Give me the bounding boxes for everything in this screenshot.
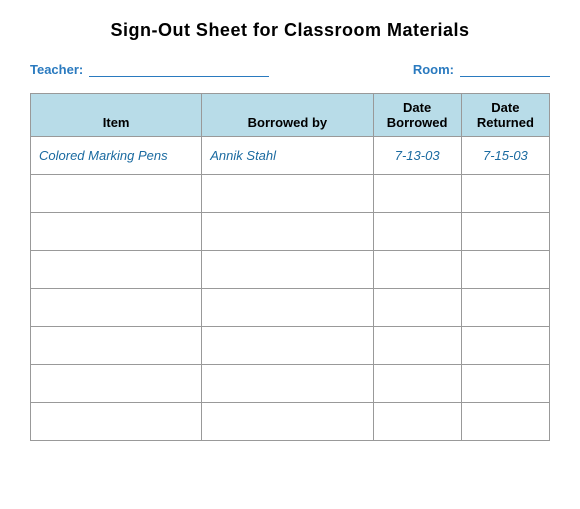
cell-item-1 xyxy=(31,175,202,213)
cell-borrowed_by-4 xyxy=(202,289,373,327)
cell-borrowed_by-6 xyxy=(202,365,373,403)
cell-borrowed_by-1 xyxy=(202,175,373,213)
cell-borrowed_by-2 xyxy=(202,213,373,251)
cell-date_returned-7 xyxy=(461,403,549,441)
cell-borrowed_by-3 xyxy=(202,251,373,289)
teacher-field-group: Teacher: xyxy=(30,59,269,77)
cell-item-3 xyxy=(31,251,202,289)
teacher-label: Teacher: xyxy=(30,62,83,77)
teacher-input-line[interactable] xyxy=(89,59,269,77)
cell-borrowed_by-5 xyxy=(202,327,373,365)
cell-borrowed_by-7 xyxy=(202,403,373,441)
table-row xyxy=(31,213,550,251)
cell-date_returned-6 xyxy=(461,365,549,403)
cell-date_borrowed-4 xyxy=(373,289,461,327)
room-label: Room: xyxy=(413,62,454,77)
col-header-date-returned: Date Returned xyxy=(461,94,549,137)
table-row: Colored Marking PensAnnik Stahl7-13-037-… xyxy=(31,137,550,175)
col-header-borrowed-by: Borrowed by xyxy=(202,94,373,137)
table-row xyxy=(31,251,550,289)
cell-item-4 xyxy=(31,289,202,327)
table-row xyxy=(31,403,550,441)
sign-out-table: Item Borrowed by Date Borrowed Date Retu… xyxy=(30,93,550,441)
cell-date_returned-5 xyxy=(461,327,549,365)
cell-borrowed_by-0: Annik Stahl xyxy=(202,137,373,175)
table-row xyxy=(31,365,550,403)
cell-date_borrowed-0: 7-13-03 xyxy=(373,137,461,175)
cell-item-0: Colored Marking Pens xyxy=(31,137,202,175)
room-field-group: Room: xyxy=(413,59,550,77)
cell-date_returned-0: 7-15-03 xyxy=(461,137,549,175)
cell-date_borrowed-6 xyxy=(373,365,461,403)
table-row xyxy=(31,289,550,327)
table-row xyxy=(31,175,550,213)
cell-item-2 xyxy=(31,213,202,251)
cell-item-5 xyxy=(31,327,202,365)
table-row xyxy=(31,327,550,365)
cell-date_borrowed-7 xyxy=(373,403,461,441)
cell-date_borrowed-2 xyxy=(373,213,461,251)
cell-date_returned-4 xyxy=(461,289,549,327)
cell-date_returned-2 xyxy=(461,213,549,251)
cell-date_returned-1 xyxy=(461,175,549,213)
cell-item-7 xyxy=(31,403,202,441)
page-title: Sign-Out Sheet for Classroom Materials xyxy=(30,20,550,41)
cell-date_borrowed-3 xyxy=(373,251,461,289)
room-input-line[interactable] xyxy=(460,59,550,77)
form-fields: Teacher: Room: xyxy=(30,59,550,77)
col-header-date-borrowed: Date Borrowed xyxy=(373,94,461,137)
cell-date_returned-3 xyxy=(461,251,549,289)
cell-date_borrowed-5 xyxy=(373,327,461,365)
cell-date_borrowed-1 xyxy=(373,175,461,213)
col-header-item: Item xyxy=(31,94,202,137)
cell-item-6 xyxy=(31,365,202,403)
